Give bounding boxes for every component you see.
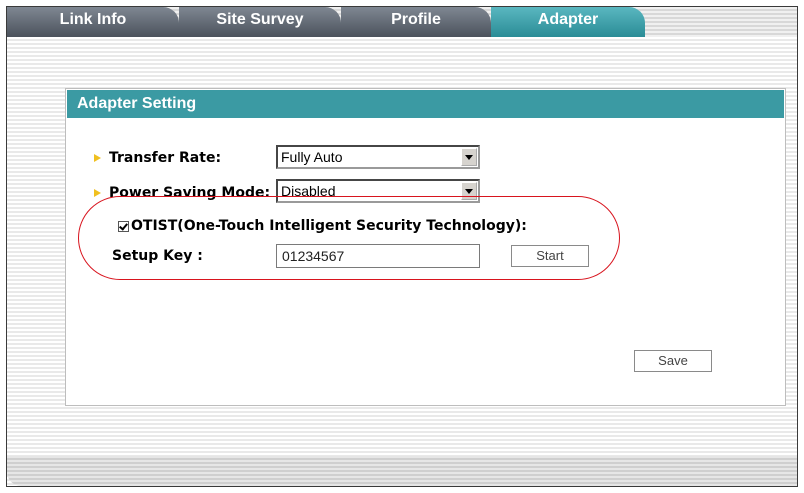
bottom-bar bbox=[7, 456, 797, 486]
tab-adapter[interactable]: Adapter bbox=[491, 7, 645, 37]
tab-profile[interactable]: Profile bbox=[341, 7, 491, 37]
tab-link-info[interactable]: Link Info bbox=[7, 7, 179, 37]
panel-title: Adapter Setting bbox=[67, 90, 784, 118]
transfer-rate-select[interactable]: Fully Auto bbox=[276, 145, 480, 169]
tab-label: Site Survey bbox=[216, 11, 304, 28]
tab-bar: Link Info Site Survey Profile Adapter bbox=[7, 7, 797, 37]
bullet-arrow-icon bbox=[94, 154, 101, 162]
transfer-rate-row: Transfer Rate: bbox=[94, 150, 221, 166]
save-button[interactable]: Save bbox=[634, 350, 712, 372]
tab-label: Profile bbox=[391, 11, 441, 28]
transfer-rate-value: Fully Auto bbox=[281, 149, 343, 165]
tab-label: Adapter bbox=[537, 11, 599, 28]
tab-site-survey[interactable]: Site Survey bbox=[179, 7, 341, 37]
chevron-down-icon[interactable] bbox=[461, 148, 477, 166]
transfer-rate-label: Transfer Rate: bbox=[109, 150, 222, 166]
highlight-oval bbox=[78, 196, 620, 280]
tab-label: Link Info bbox=[59, 11, 127, 28]
bullet-arrow-icon bbox=[94, 189, 101, 197]
